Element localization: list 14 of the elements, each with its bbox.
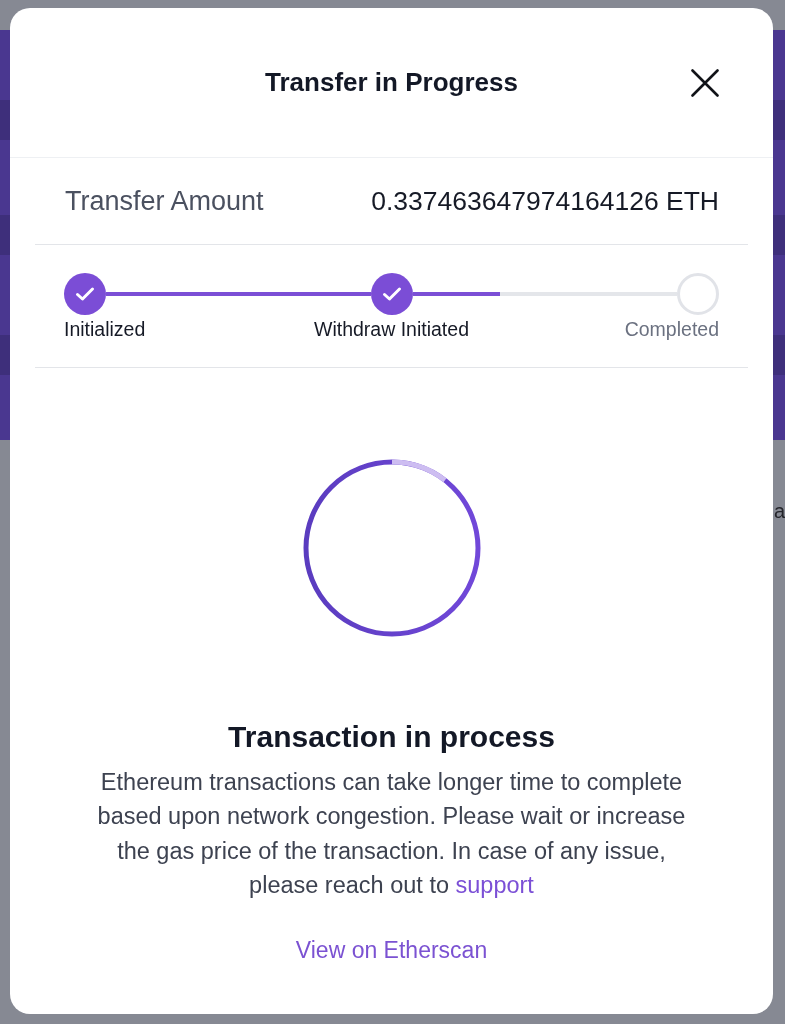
transfer-amount-value: 0.337463647974164126 ETH — [371, 185, 719, 217]
status-title: Transaction in process — [228, 719, 555, 755]
close-button[interactable] — [689, 66, 721, 99]
transfer-amount-label: Transfer Amount — [65, 185, 264, 217]
etherscan-link[interactable]: View on Etherscan — [295, 934, 488, 965]
step-label: Withdraw Initiated — [314, 317, 469, 341]
spinner-icon — [302, 459, 481, 637]
close-icon — [691, 68, 719, 97]
status-message: Ethereum transactions can take longer time to complete based upon network congestion. Please wait or increase the gas price of the transaction. In case of any issue, please reach out to support — [96, 768, 687, 901]
background-text: a — [774, 499, 785, 524]
step-label: Completed — [624, 317, 719, 341]
step-label: Initialized — [64, 317, 146, 341]
support-link[interactable]: support — [455, 872, 534, 899]
dialog-title: Transfer in Progress — [265, 67, 518, 98]
